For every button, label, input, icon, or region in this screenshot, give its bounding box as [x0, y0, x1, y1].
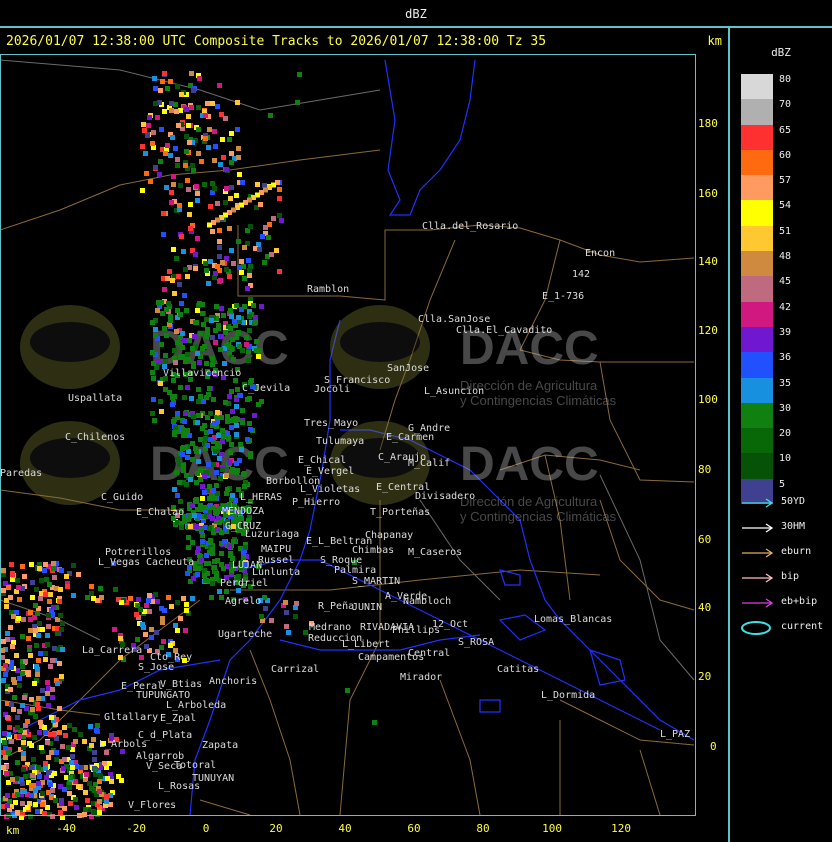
x-tick-label: 40: [338, 822, 352, 835]
legend-level: 54: [741, 200, 821, 226]
track-legend-item: 50YD: [741, 496, 831, 521]
y-tick-label: 60: [698, 533, 712, 546]
y-tick-label: 0: [710, 740, 717, 753]
track-legend-item: 30HM: [741, 521, 831, 546]
legend-label: 10: [779, 453, 792, 465]
legend-swatch: [741, 99, 773, 125]
track-legend-item: current: [741, 621, 831, 646]
legend-label: 39: [779, 326, 792, 338]
legend-level: 60: [741, 149, 821, 176]
track-label: current: [781, 621, 824, 632]
legend-level: 57: [741, 175, 821, 201]
legend-label: 57: [779, 175, 792, 187]
legend-level: 65: [741, 124, 821, 150]
dbz-legend: 80 70 65 60 57 54 51 48 45 42 39 36 35 30 20 10 5: [741, 74, 821, 505]
legend-label: 70: [779, 99, 792, 111]
legend-swatch: [741, 352, 773, 378]
legend-label: 5: [779, 478, 786, 490]
legend-label: 65: [779, 124, 792, 136]
legend-level: 45: [741, 276, 821, 302]
track-label: 50YD: [781, 496, 806, 507]
legend-swatch: [741, 200, 773, 226]
legend-label: 42: [779, 301, 792, 313]
legend-swatch: [741, 251, 773, 277]
x-tick-label: 120: [611, 822, 631, 835]
legend-level: 39: [741, 326, 821, 353]
y-tick-label: 20: [698, 670, 712, 683]
y-tick-label: 80: [698, 463, 712, 476]
legend-label: 51: [779, 225, 792, 237]
legend-label: 36: [779, 352, 792, 364]
x-tick-label: 100: [542, 822, 562, 835]
legend-label: 30: [779, 402, 792, 414]
legend-swatch: [741, 377, 773, 403]
legend-swatch: [741, 453, 773, 479]
legend-level: 30: [741, 402, 821, 429]
legend-swatch: [741, 175, 773, 201]
x-tick-label: 80: [476, 822, 490, 835]
track-label: eburn: [781, 546, 812, 557]
track-arrow-icon: [742, 548, 774, 558]
legend-level: 20: [741, 428, 821, 454]
x-tick-label: 0: [202, 822, 210, 835]
plot-frame: [0, 54, 696, 816]
track-legend-item: eb+bip: [741, 596, 831, 621]
legend-swatch: [741, 301, 773, 327]
legend-label: 20: [779, 428, 792, 440]
track-arrow-icon: [742, 598, 774, 608]
legend-label: 45: [779, 276, 792, 288]
legend-swatch: [741, 225, 773, 252]
track-legend: 50YD 30HM eburn bip eb+bip current: [741, 496, 831, 646]
x-axis-unit: km: [6, 824, 20, 837]
legend-level: 80: [741, 74, 821, 100]
legend-swatch: [741, 74, 773, 100]
legend-swatch: [741, 276, 773, 302]
legend-level: 35: [741, 377, 821, 403]
legend-level: 48: [741, 251, 821, 277]
y-tick-label: 180: [698, 117, 718, 130]
legend-label: 60: [779, 149, 792, 161]
legend-level: 42: [741, 301, 821, 327]
y-tick-label: 120: [698, 324, 718, 337]
track-legend-item: eburn: [741, 546, 831, 571]
legend-label: 80: [779, 74, 792, 85]
legend-label: 48: [779, 251, 792, 263]
y-tick-label: 100: [698, 393, 718, 406]
legend-label: 54: [779, 200, 792, 212]
y-tick-label: 160: [698, 187, 718, 200]
x-tick-label: -40: [56, 822, 76, 835]
legend-swatch: [741, 402, 773, 429]
legend-swatch: [741, 124, 773, 150]
y-tick-label: 40: [698, 601, 712, 614]
legend-level: 51: [741, 225, 821, 252]
track-arrow-icon: [742, 523, 774, 533]
track-arrow-icon: [742, 573, 774, 583]
legend-swatch: [741, 428, 773, 454]
legend-level: 36: [741, 352, 821, 378]
x-tick-label: 20: [269, 822, 283, 835]
track-label: eb+bip: [781, 596, 818, 607]
track-label: bip: [781, 571, 800, 582]
legend-swatch: [741, 149, 773, 176]
x-tick-label: -20: [126, 822, 146, 835]
track-label: 30HM: [781, 521, 806, 532]
legend-label: 35: [779, 377, 792, 389]
legend-title: dBZ: [771, 46, 791, 59]
x-tick-label: 60: [407, 822, 421, 835]
legend-swatch: [741, 326, 773, 353]
track-arrow-icon: [742, 498, 774, 508]
track-legend-item: bip: [741, 571, 831, 596]
legend-level: 70: [741, 99, 821, 125]
y-tick-label: 140: [698, 255, 718, 268]
legend-level: 10: [741, 453, 821, 479]
current-ellipse-icon: [741, 621, 771, 635]
